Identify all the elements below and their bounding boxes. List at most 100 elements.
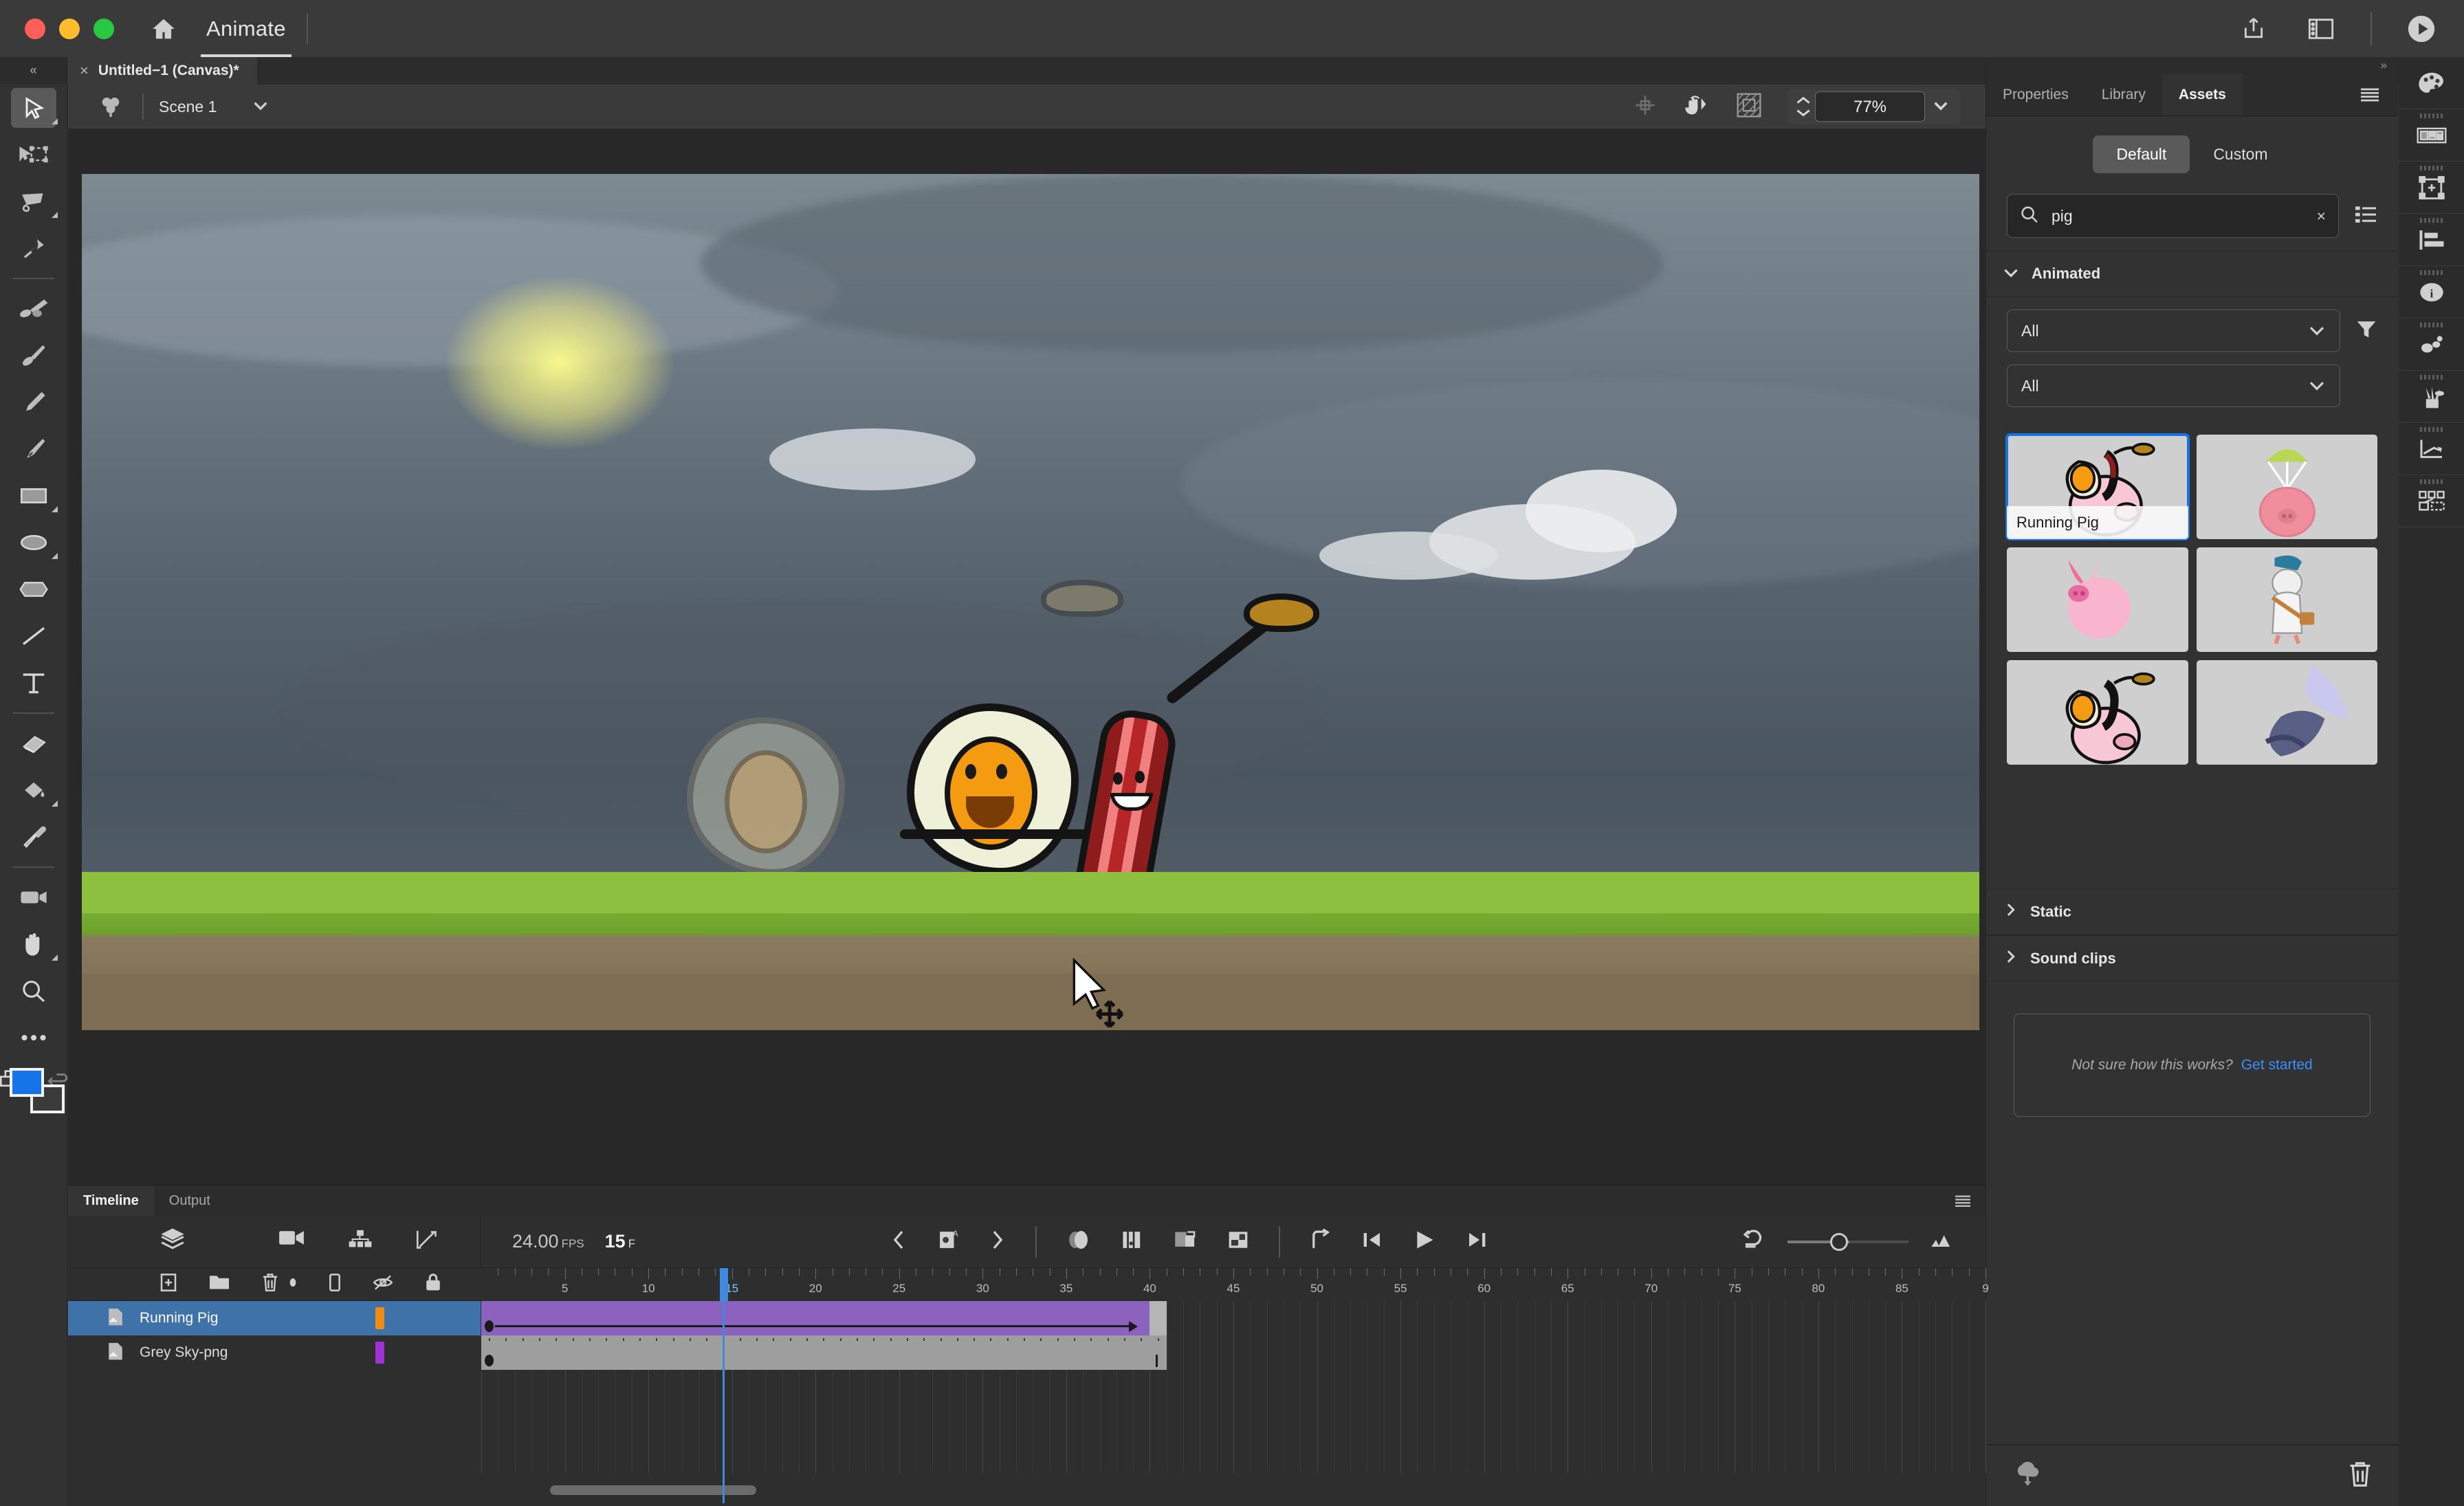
- brush-tool[interactable]: [0, 285, 67, 332]
- section-sound-clips[interactable]: Sound clips: [1986, 935, 2398, 982]
- zoom-stepper[interactable]: [1792, 96, 1815, 118]
- fill-color-swatch[interactable]: [10, 1068, 44, 1097]
- asset-card-flying-bird[interactable]: [2196, 660, 2377, 765]
- hamburger-menu-icon[interactable]: [2358, 74, 2398, 116]
- segment-default[interactable]: Default: [2093, 135, 2190, 173]
- stage-canvas[interactable]: [82, 174, 1979, 1030]
- timeline-frame-ruler[interactable]: 5 10 15 20 25 30 35 40 45 50 55 60 65 70 75 80 85 9: [481, 1268, 1989, 1301]
- rotate-hand-icon[interactable]: [1683, 94, 1710, 120]
- resize-frame-view-button[interactable]: [1929, 1230, 1957, 1253]
- free-transform-tool[interactable]: [0, 131, 67, 178]
- filter-type-select[interactable]: All: [2007, 364, 2340, 407]
- play-circle-icon[interactable]: [2404, 11, 2439, 47]
- camera-tool[interactable]: [0, 874, 67, 921]
- list-view-icon[interactable]: [2354, 204, 2377, 228]
- section-static[interactable]: Static: [1986, 888, 2398, 935]
- polystar-tool[interactable]: [0, 566, 67, 613]
- lock-column-icon[interactable]: [424, 1272, 442, 1296]
- panel-icon-brush-library[interactable]: [2399, 371, 2464, 423]
- play-button[interactable]: [1414, 1229, 1436, 1254]
- asset-card-flying-pig[interactable]: [2007, 547, 2188, 652]
- pencil-tool[interactable]: [0, 379, 67, 426]
- timeline-frames-area[interactable]: [481, 1301, 1986, 1473]
- trash-icon[interactable]: [2348, 1461, 2373, 1492]
- modify-onion-markers-button[interactable]: [1226, 1230, 1250, 1254]
- layer-row-grey-sky[interactable]: Grey Sky-png: [68, 1335, 481, 1370]
- timeline-horizontal-scrollbar[interactable]: [481, 1485, 1986, 1496]
- panel-icon-frame-picker[interactable]: [2399, 475, 2464, 527]
- color-swatches[interactable]: [10, 1068, 65, 1116]
- chevron-down-icon[interactable]: [251, 98, 270, 116]
- current-frame-value[interactable]: 15: [605, 1231, 626, 1252]
- oval-tool[interactable]: [0, 519, 67, 566]
- fps-value[interactable]: 24.00: [512, 1231, 559, 1252]
- panel-icon-transform[interactable]: [2399, 162, 2464, 214]
- panel-layout-icon[interactable]: [2303, 11, 2339, 47]
- span-end-frame[interactable]: [1150, 1301, 1167, 1335]
- paint-bucket-tool[interactable]: [0, 767, 67, 814]
- center-stage-icon[interactable]: [1634, 94, 1657, 120]
- filter-category-select[interactable]: All: [2007, 309, 2340, 352]
- ellipsis-icon[interactable]: [0, 1014, 67, 1061]
- document-tab[interactable]: × Untitled−1 (Canvas)*: [67, 57, 257, 85]
- panel-icon-motion-editor[interactable]: [2399, 423, 2464, 475]
- scene-clover-icon[interactable]: [96, 91, 126, 122]
- timeline-zoom-slider[interactable]: [1787, 1232, 1908, 1251]
- delete-layer-button[interactable]: [261, 1272, 280, 1296]
- tab-timeline[interactable]: Timeline: [68, 1186, 154, 1216]
- text-t-icon[interactable]: [0, 659, 67, 706]
- paint-brush-tool[interactable]: [0, 332, 67, 379]
- onion-skin-outlines-button[interactable]: [1121, 1229, 1144, 1254]
- funnel-filter-icon[interactable]: [2355, 319, 2377, 343]
- hand-tool[interactable]: [0, 921, 67, 968]
- tab-assets[interactable]: Assets: [2162, 74, 2243, 116]
- rectangle-tool[interactable]: [0, 472, 67, 519]
- panel-icon-color[interactable]: [2399, 57, 2464, 109]
- show-parenting-view-button[interactable]: [348, 1229, 373, 1254]
- chevron-down-icon[interactable]: [1925, 98, 1957, 116]
- lasso-tool[interactable]: [0, 178, 67, 225]
- panel-icon-swatches[interactable]: [2399, 109, 2464, 162]
- search-input[interactable]: pig ×: [2007, 194, 2339, 238]
- line-tool[interactable]: [0, 613, 67, 659]
- keyframe-marker-column-icon[interactable]: [288, 1276, 298, 1293]
- minimize-window-button[interactable]: [59, 18, 80, 39]
- collapse-panel-button[interactable]: »: [1986, 57, 2398, 74]
- panel-icon-align[interactable]: [2399, 214, 2464, 266]
- previous-keyframe-button[interactable]: [890, 1228, 908, 1255]
- eraser-tool[interactable]: [0, 720, 67, 767]
- zoom-control[interactable]: 77%: [1788, 89, 1961, 124]
- next-keyframe-button[interactable]: [989, 1228, 1006, 1255]
- outline-column-icon[interactable]: [328, 1272, 342, 1296]
- tab-output[interactable]: Output: [154, 1186, 226, 1216]
- visibility-column-icon[interactable]: [372, 1274, 394, 1295]
- reset-timeline-zoom-button[interactable]: [1742, 1229, 1767, 1254]
- clip-content-icon[interactable]: [1737, 92, 1761, 121]
- get-started-link[interactable]: Get started: [2241, 1057, 2313, 1073]
- window-controls[interactable]: [25, 18, 114, 39]
- layer-frame-span[interactable]: [481, 1301, 1150, 1335]
- onion-skin-button[interactable]: [1066, 1229, 1092, 1254]
- section-animated[interactable]: Animated: [1986, 250, 2398, 297]
- pen-nib-icon[interactable]: [0, 426, 67, 472]
- insert-keyframe-button[interactable]: A: [936, 1228, 960, 1255]
- new-folder-button[interactable]: [208, 1272, 230, 1296]
- hamburger-menu-icon[interactable]: [1952, 1186, 1986, 1216]
- keyframe-dot[interactable]: [485, 1320, 494, 1332]
- close-window-button[interactable]: [25, 18, 45, 39]
- clear-search-icon[interactable]: ×: [2317, 207, 2326, 226]
- edit-multiple-frames-button[interactable]: [1173, 1229, 1198, 1254]
- close-icon[interactable]: ×: [80, 63, 89, 78]
- search-value[interactable]: pig: [2052, 207, 2304, 226]
- playhead[interactable]: [719, 1268, 728, 1301]
- asset-card-running-pig-2[interactable]: [2007, 660, 2188, 765]
- asset-card-parachute-pig[interactable]: [2196, 435, 2377, 539]
- home-icon[interactable]: [144, 10, 183, 48]
- share-icon[interactable]: [2236, 11, 2272, 47]
- new-layer-button[interactable]: [159, 1272, 178, 1296]
- pin-bone-icon[interactable]: [0, 225, 67, 272]
- magnifier-icon[interactable]: [0, 968, 67, 1014]
- panel-icon-assets[interactable]: [2399, 318, 2464, 371]
- maximize-window-button[interactable]: [94, 18, 114, 39]
- zoom-value[interactable]: 77%: [1815, 91, 1925, 122]
